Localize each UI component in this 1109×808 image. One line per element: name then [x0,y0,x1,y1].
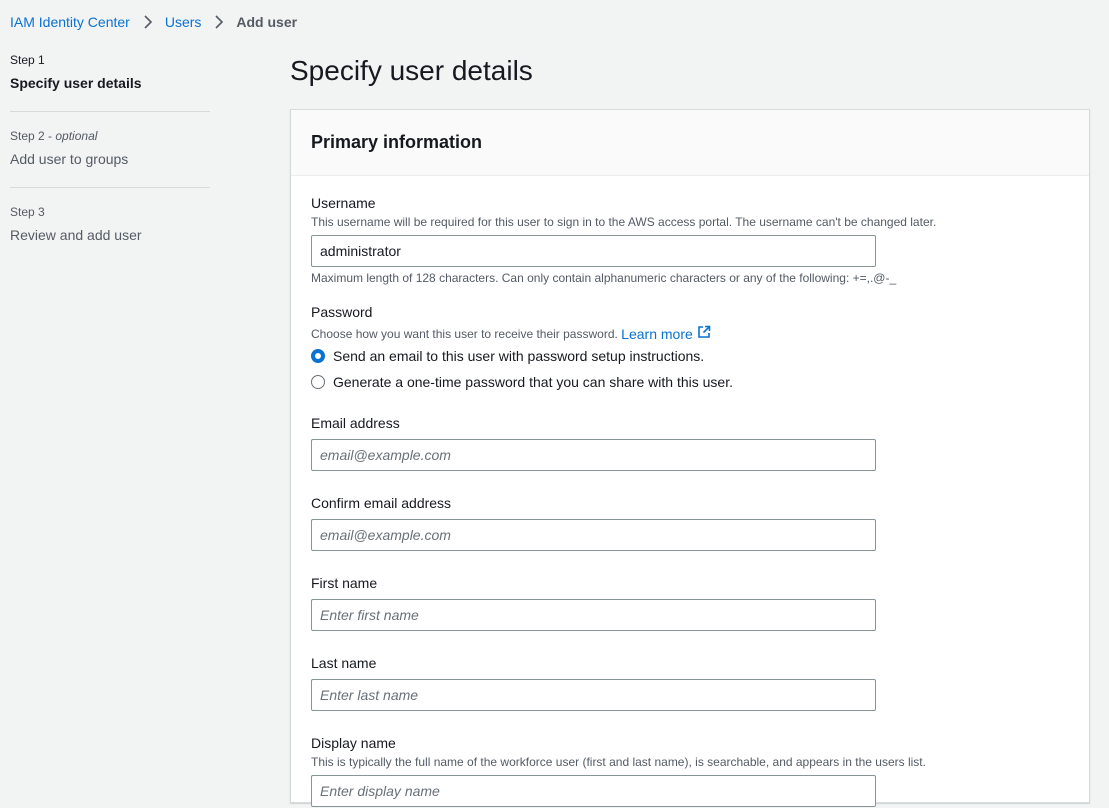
step-number: Step 2 - optional [10,129,98,143]
step-1: Step 1 Specify user details [10,52,210,112]
step-number: Step 1 [10,53,45,67]
learn-more-label: Learn more [621,325,693,342]
step-number: Step 3 [10,205,45,219]
display-name-field-group: Display name This is typically the full … [311,733,1069,807]
breadcrumb-current: Add user [236,14,298,30]
optional-label: optional [55,129,98,143]
password-option-email[interactable]: Send an email to this user with password… [311,343,1069,369]
confirm-email-field-group: Confirm email address [311,493,1069,551]
step-title: Specify user details [10,75,142,91]
password-label: Password [311,304,373,320]
panel-title: Primary information [311,132,483,152]
password-field-group: Password Choose how you want this user t… [311,302,1069,395]
display-name-label: Display name [311,735,396,751]
confirm-email-label: Confirm email address [311,495,452,511]
step-2[interactable]: Step 2 - optional Add user to groups [10,128,210,188]
first-name-input[interactable] [311,599,876,631]
step-3[interactable]: Step 3 Review and add user [10,204,210,263]
email-field-group: Email address [311,413,1069,471]
password-option-one-time[interactable]: Generate a one-time password that you ca… [311,369,1069,395]
chevron-right-icon [214,15,224,29]
username-field-group: Username This username will be required … [311,193,1069,286]
display-name-input[interactable] [311,775,876,807]
password-description-text: Choose how you want this user to receive… [311,326,618,341]
email-input[interactable] [311,439,876,471]
step-title: Add user to groups [10,151,129,167]
panel-body: Username This username will be required … [291,176,1089,807]
username-input[interactable] [311,235,876,267]
first-name-label: First name [311,575,378,591]
breadcrumb-iam-identity-center[interactable]: IAM Identity Center [10,14,130,30]
last-name-label: Last name [311,655,377,671]
radio-button-selected[interactable] [311,349,325,363]
external-link-icon [693,325,711,342]
panel-header: Primary information [291,110,1089,176]
password-option-label: Generate a one-time password that you ca… [333,374,733,390]
breadcrumb: IAM Identity Center Users Add user [10,12,297,32]
last-name-input[interactable] [311,679,876,711]
display-name-description: This is typically the full name of the w… [311,755,926,769]
step-title: Review and add user [10,227,142,243]
breadcrumb-users[interactable]: Users [165,14,202,30]
radio-button[interactable] [311,375,325,389]
password-option-label: Send an email to this user with password… [333,348,705,364]
wizard-steps: Step 1 Specify user details Step 2 - opt… [10,52,210,279]
primary-information-panel: Primary information Username This userna… [290,109,1090,807]
email-label: Email address [311,415,400,431]
username-constraint: Maximum length of 128 characters. Can on… [311,271,897,285]
password-description: Choose how you want this user to receive… [311,325,1069,342]
first-name-field-group: First name [311,573,1069,631]
username-description: This username will be required for this … [311,215,937,229]
chevron-right-icon [143,15,153,29]
learn-more-link[interactable]: Learn more [621,325,711,342]
confirm-email-input[interactable] [311,519,876,551]
page-title: Specify user details [290,55,533,86]
username-label: Username [311,195,376,211]
last-name-field-group: Last name [311,653,1069,711]
